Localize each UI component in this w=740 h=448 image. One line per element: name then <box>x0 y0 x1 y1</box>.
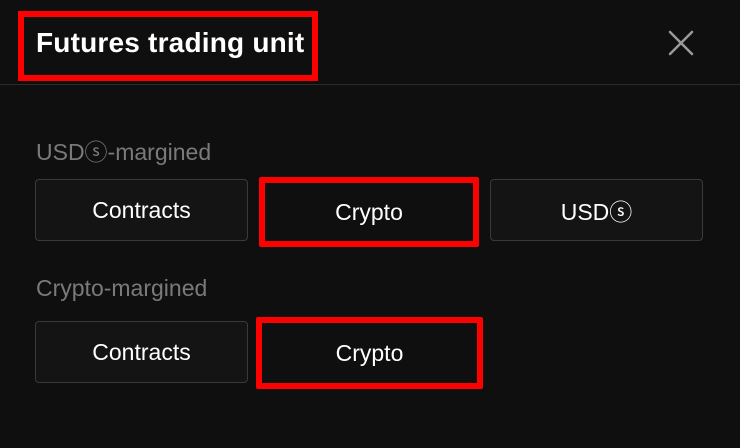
usds-margined-crypto-button[interactable]: Crypto <box>259 177 479 247</box>
close-button[interactable] <box>663 25 699 61</box>
close-icon <box>668 30 694 56</box>
usds-margined-contracts-button[interactable]: Contracts <box>35 179 248 241</box>
crypto-margined-crypto-button[interactable]: Crypto <box>256 317 483 389</box>
futures-trading-unit-dialog: Futures trading unit USDⓢ-margined Contr… <box>0 0 740 448</box>
dialog-title: Futures trading unit <box>36 27 305 58</box>
dialog-header: Futures trading unit <box>0 0 740 85</box>
usds-margined-usds-button[interactable]: USDⓢ <box>490 179 703 241</box>
crypto-margined-label: Crypto-margined <box>36 275 208 301</box>
usds-margined-label: USDⓢ-margined <box>36 139 212 165</box>
crypto-margined-contracts-button[interactable]: Contracts <box>35 321 248 383</box>
